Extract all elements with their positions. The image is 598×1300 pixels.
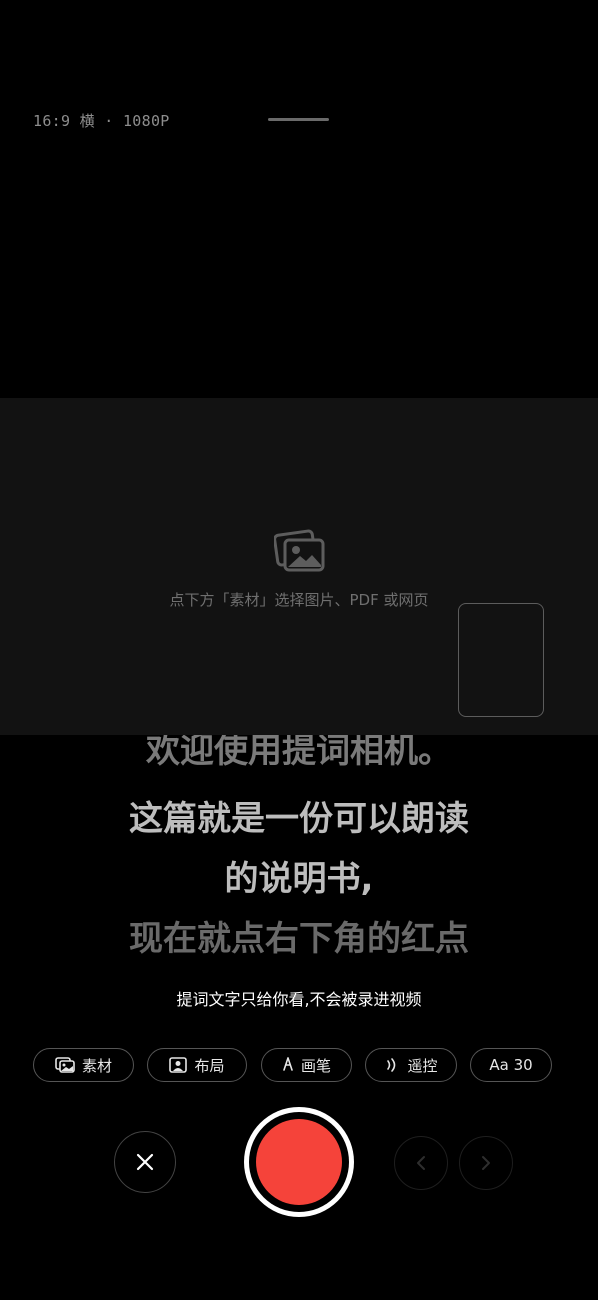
script-line: 欢迎使用提词相机。: [146, 735, 452, 771]
privacy-note: 提词文字只给你看,不会被录进视频: [176, 990, 422, 1009]
pen-button[interactable]: 画笔: [261, 1048, 352, 1082]
remote-button[interactable]: 遥控: [365, 1048, 457, 1082]
chevron-left-icon: [417, 1156, 425, 1170]
material-label: 素材: [81, 1056, 112, 1075]
image-icon: [55, 1057, 75, 1073]
close-button[interactable]: [114, 1131, 176, 1193]
remote-label: 遥控: [407, 1056, 438, 1075]
pen-label: 画笔: [300, 1056, 331, 1075]
drag-handle[interactable]: [268, 118, 329, 121]
script-line: 这篇就是一份可以朗读: [129, 799, 469, 839]
script-line: 现在就点右下角的红点: [129, 919, 469, 959]
layout-button[interactable]: 布局: [147, 1048, 247, 1082]
script-line: 的说明书,: [224, 859, 374, 899]
camera-preview[interactable]: [458, 603, 544, 717]
photos-icon: [274, 529, 325, 572]
format-label[interactable]: 16:9 横 · 1080P: [33, 110, 170, 131]
font-size-button[interactable]: Aa 30: [470, 1048, 552, 1082]
chevron-right-icon: [482, 1156, 490, 1170]
record-ring: [249, 1112, 349, 1212]
previous-button[interactable]: [394, 1136, 448, 1190]
record-button[interactable]: [244, 1107, 354, 1217]
material-button[interactable]: 素材: [33, 1048, 134, 1082]
close-icon: [136, 1153, 154, 1171]
portrait-icon: [169, 1057, 188, 1073]
remote-signal-icon: [387, 1058, 396, 1072]
record-dot: [256, 1119, 342, 1205]
next-button[interactable]: [459, 1136, 513, 1190]
pen-icon: [283, 1057, 293, 1071]
teleprompter-script: 欢迎使用提词相机。 这篇就是一份可以朗读 的说明书, 现在就点右下角的红点: [0, 735, 598, 975]
font-size-label: Aa 30: [489, 1056, 533, 1074]
layout-label: 布局: [194, 1056, 225, 1075]
